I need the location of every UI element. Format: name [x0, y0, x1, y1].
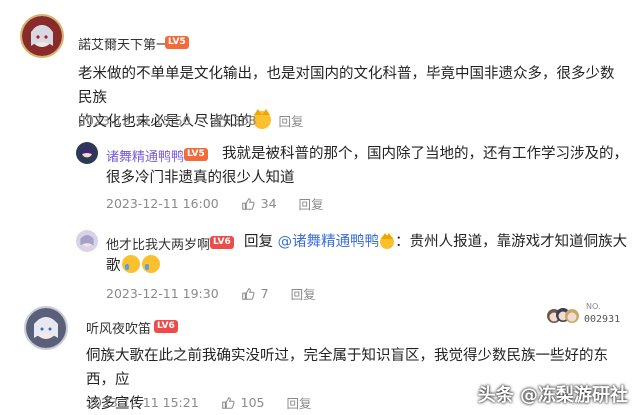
chibi-characters-icon: [547, 308, 579, 323]
thumbs-up-icon[interactable]: [241, 287, 255, 301]
reply-prefix: 回复: [244, 234, 273, 250]
user-avatar[interactable]: [76, 142, 98, 164]
badge-number: 002931: [584, 314, 621, 325]
comment-text: 回复 @诸舞精通鸭鸭 ：贵州人报道，靠游戏才知道侗族大: [244, 230, 634, 254]
comment-meta: 2023-12-11 15:50 308 回复: [78, 111, 304, 130]
user-avatar[interactable]: [20, 14, 64, 58]
like-count: 308: [232, 113, 257, 128]
comment-text-line: 老米做的不单单是文化输出，也是对国内的文化科普，毕竟中国非遗众多，很多少数民族: [78, 66, 615, 106]
reply-button[interactable]: 回复: [279, 111, 304, 130]
timestamp: 2023-12-11 19:30: [106, 286, 219, 301]
reply-button[interactable]: 回复: [299, 194, 324, 213]
like-count: 34: [260, 196, 277, 211]
thumbs-up-icon[interactable]: [241, 197, 255, 211]
reply-button[interactable]: 回复: [291, 284, 316, 303]
comment-text: 歌: [106, 254, 306, 278]
comment-text: 我就是被科普的那个，国内除了当地的，还有工作学习涉及的，: [222, 142, 632, 166]
comment-meta: 2023-12-11 16:00 34 回复: [106, 194, 324, 213]
user-avatar[interactable]: [24, 306, 68, 350]
fan-badge-card: NO. 002931: [546, 300, 632, 332]
user-avatar[interactable]: [76, 230, 98, 252]
thumbs-up-icon[interactable]: [221, 396, 235, 410]
cat-face-emoji-icon: [380, 233, 395, 249]
comment-text: 很多冷门非遗真的很少人知道: [106, 166, 626, 190]
username[interactable]: 诸舞精通鸭鸭: [106, 146, 184, 165]
username[interactable]: 諾艾爾天下第一: [78, 34, 169, 53]
level-badge: LV6: [210, 236, 234, 249]
level-badge: LV6: [154, 320, 178, 333]
timestamp: 2023-12-11 15:21: [86, 395, 199, 410]
like-count: 105: [240, 395, 265, 410]
username[interactable]: 他才比我大两岁啊: [106, 234, 210, 253]
timestamp: 2023-12-11 15:50: [78, 113, 191, 128]
timestamp: 2023-12-11 16:00: [106, 196, 219, 211]
crying-face-emoji-icon: [121, 255, 140, 273]
comment-text-line: 很多冷门非遗真的很少人知道: [106, 170, 295, 186]
comment-text-line: 歌: [106, 258, 121, 274]
reply-button[interactable]: 回复: [287, 393, 312, 412]
thumbs-up-icon[interactable]: [213, 114, 227, 128]
like-count: 7: [260, 286, 269, 301]
mention-link[interactable]: @诸舞精通鸭鸭: [278, 234, 380, 250]
crying-face-emoji-icon: [141, 255, 160, 273]
watermark: 头条 @冻梨游研社: [477, 385, 628, 406]
badge-label: NO.: [586, 302, 601, 311]
comment-meta: 2023-12-11 19:30 7 回复: [106, 284, 316, 303]
level-badge: LV5: [184, 148, 208, 161]
level-badge: LV5: [165, 36, 189, 49]
comment-meta: 2023-12-11 15:21 105 回复: [86, 393, 312, 412]
comment-text-line: 我就是被科普的那个，国内除了当地的，还有工作学习涉及的，: [222, 146, 628, 162]
username[interactable]: 听风夜吹笛: [86, 318, 151, 337]
comment-text-line: ：贵州人报道，靠游戏才知道侗族大: [395, 234, 628, 250]
